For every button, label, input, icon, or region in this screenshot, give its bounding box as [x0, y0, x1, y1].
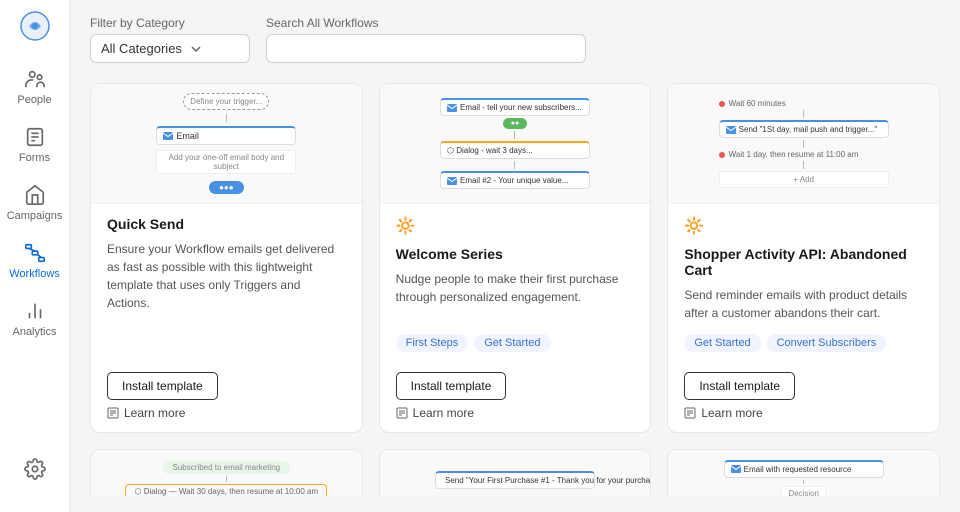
card-tags-abandoned-cart: Get Started Convert Subscribers	[684, 334, 923, 352]
card-title-abandoned-cart: Shopper Activity API: Abandoned Cart	[684, 246, 923, 278]
category-filter-group: Filter by Category All Categories	[90, 16, 250, 63]
learn-more-welcome-series[interactable]: Learn more	[396, 406, 474, 420]
tag-convert-subscribers: Convert Subscribers	[767, 334, 887, 352]
sidebar-label-people: People	[17, 94, 51, 106]
sidebar-label-analytics: Analytics	[12, 326, 56, 338]
install-button-welcome-series[interactable]: Install template	[396, 372, 507, 400]
card-partial-preview-3: Email with requested resource Decision	[668, 450, 939, 496]
card-actions-abandoned-cart: Install template Learn more	[668, 364, 939, 432]
learn-more-label-quick-send: Learn more	[124, 406, 185, 420]
tag-get-started-welcome: Get Started	[474, 334, 550, 352]
cards-container: Define your trigger... Email Add your on…	[90, 83, 940, 496]
learn-more-abandoned-cart[interactable]: Learn more	[684, 406, 762, 420]
card-preview-quick-send: Define your trigger... Email Add your on…	[91, 84, 362, 204]
sidebar-label-workflows: Workflows	[9, 268, 60, 280]
card-title-quick-send: Quick Send	[107, 216, 346, 232]
learn-more-quick-send[interactable]: Learn more	[107, 406, 185, 420]
sidebar-item-analytics[interactable]: Analytics	[5, 292, 65, 346]
book-icon	[107, 407, 119, 419]
card-partial-2: Send "Your First Purchase #1 - Thank you…	[379, 449, 652, 496]
filter-bar: Filter by Category All Categories Search…	[90, 16, 940, 63]
sidebar-label-forms: Forms	[19, 152, 50, 164]
install-button-abandoned-cart[interactable]: Install template	[684, 372, 795, 400]
category-select[interactable]: All Categories	[90, 34, 250, 63]
sidebar-label-campaigns: Campaigns	[7, 210, 63, 222]
sidebar: People Forms Campaigns Workflows	[0, 0, 70, 512]
search-label: Search All Workflows	[266, 16, 586, 30]
app-logo	[17, 8, 53, 44]
tag-get-started-cart: Get Started	[684, 334, 760, 352]
card-quick-send: Define your trigger... Email Add your on…	[90, 83, 363, 433]
sidebar-bottom	[5, 450, 65, 512]
card-welcome-series: Email - tell your new subscribers... ●● …	[379, 83, 652, 433]
category-select-value: All Categories	[101, 41, 182, 56]
card-actions-welcome-series: Install template Learn more	[380, 364, 651, 432]
card-title-welcome-series: Welcome Series	[396, 246, 635, 262]
sidebar-item-campaigns[interactable]: Campaigns	[5, 176, 65, 230]
sidebar-item-people[interactable]: People	[5, 60, 65, 114]
learn-more-label-welcome-series: Learn more	[413, 406, 474, 420]
learn-more-label-abandoned-cart: Learn more	[701, 406, 762, 420]
card-body-welcome-series: 🔆 Welcome Series Nudge people to make th…	[380, 204, 651, 364]
card-desc-quick-send: Ensure your Workflow emails get delivere…	[107, 240, 346, 352]
card-desc-abandoned-cart: Send reminder emails with product detail…	[684, 286, 923, 322]
card-tags-welcome-series: First Steps Get Started	[396, 334, 635, 352]
sidebar-item-forms[interactable]: Forms	[5, 118, 65, 172]
sidebar-item-workflows[interactable]: Workflows	[5, 234, 65, 288]
card-preview-welcome-series: Email - tell your new subscribers... ●● …	[380, 84, 651, 204]
search-input[interactable]	[266, 34, 586, 63]
tag-first-steps: First Steps	[396, 334, 469, 352]
card-desc-welcome-series: Nudge people to make their first purchas…	[396, 270, 635, 322]
card-icon-welcome-series: 🔆	[396, 216, 635, 236]
search-group: Search All Workflows	[266, 16, 586, 63]
card-actions-quick-send: Install template Learn more	[91, 364, 362, 432]
card-partial-preview-1: Subscribed to email marketing ⬡ Dialog —…	[91, 450, 362, 496]
sidebar-item-settings[interactable]	[5, 450, 65, 488]
card-icon-abandoned-cart: 🔆	[684, 216, 923, 236]
install-button-quick-send[interactable]: Install template	[107, 372, 218, 400]
card-body-abandoned-cart: 🔆 Shopper Activity API: Abandoned Cart S…	[668, 204, 939, 364]
card-preview-abandoned-cart: Wait 60 minutes Send "1St day, mail push…	[668, 84, 939, 204]
book-icon-2	[396, 407, 408, 419]
card-abandoned-cart: Wait 60 minutes Send "1St day, mail push…	[667, 83, 940, 433]
card-partial-1: Subscribed to email marketing ⬡ Dialog —…	[90, 449, 363, 496]
category-filter-label: Filter by Category	[90, 16, 250, 30]
card-partial-preview-2: Send "Your First Purchase #1 - Thank you…	[380, 450, 651, 496]
card-body-quick-send: Quick Send Ensure your Workflow emails g…	[91, 204, 362, 364]
book-icon-3	[684, 407, 696, 419]
card-partial-3: Email with requested resource Decision	[667, 449, 940, 496]
cards-grid: Define your trigger... Email Add your on…	[90, 83, 940, 496]
main-content: Filter by Category All Categories Search…	[70, 0, 960, 512]
chevron-down-icon	[190, 43, 202, 55]
